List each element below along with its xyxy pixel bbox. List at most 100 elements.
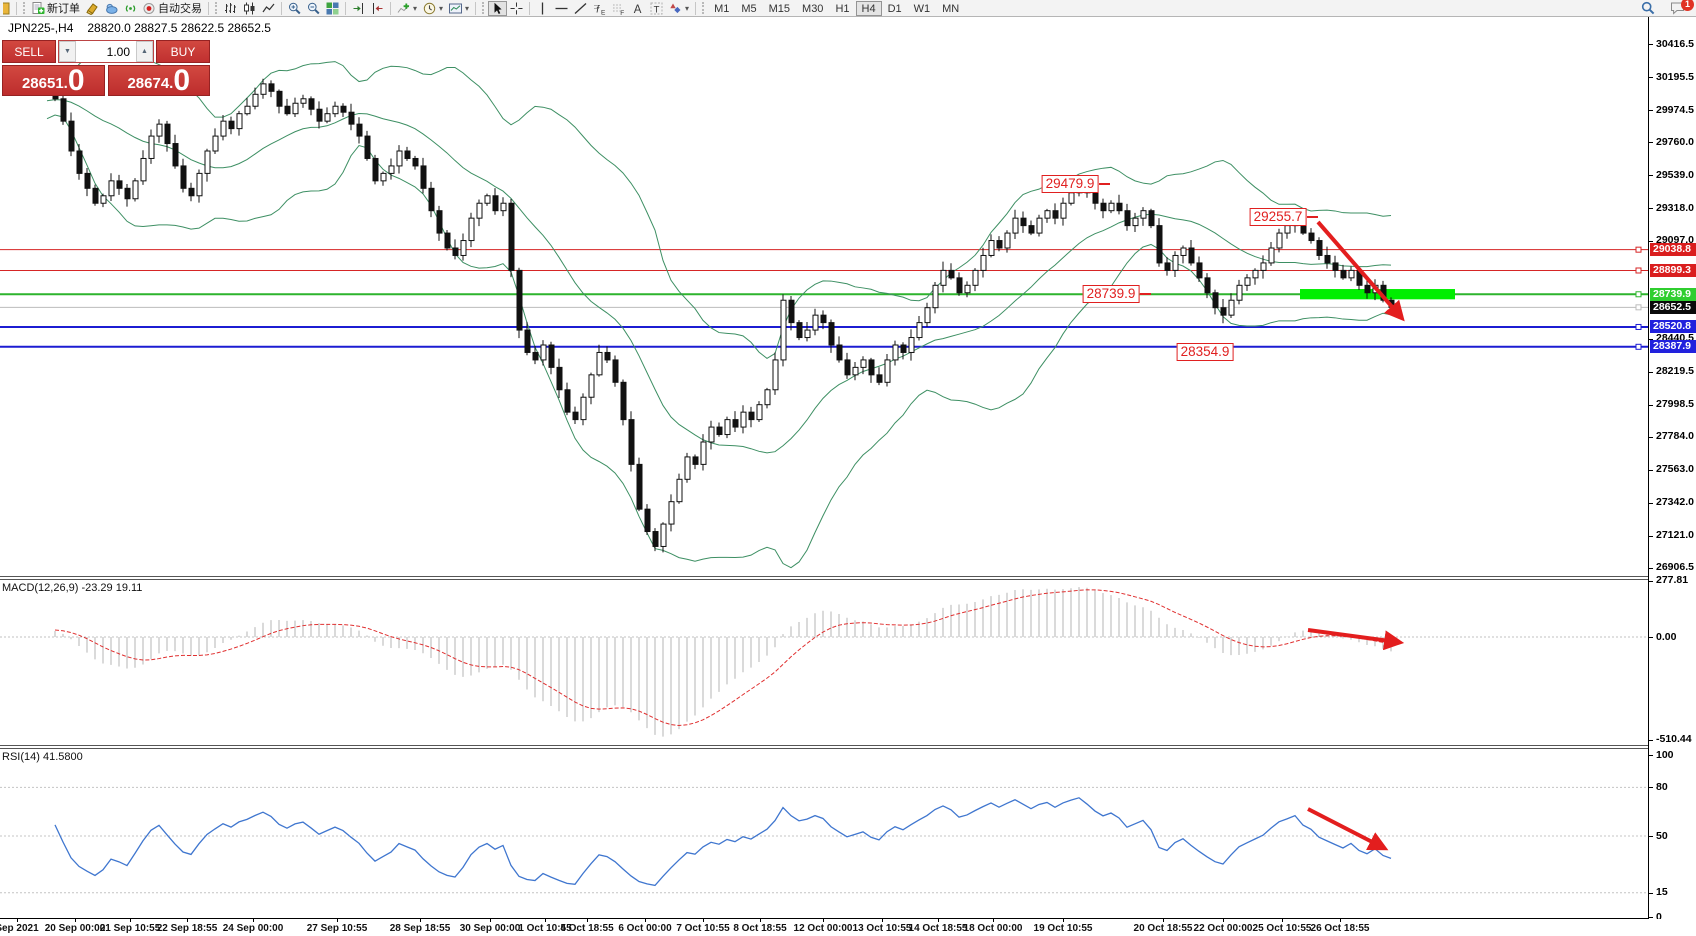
- periods-icon[interactable]: ▾: [420, 1, 446, 16]
- price-axis-tick: 28219.5: [1656, 365, 1694, 378]
- timeframe-button-m30[interactable]: M30: [796, 1, 829, 16]
- price-axis-tick: 27998.5: [1656, 398, 1694, 411]
- candle-body: [484, 195, 491, 204]
- rsi-axis-tick: 15: [1656, 886, 1668, 899]
- chart-shift-icon[interactable]: [349, 1, 368, 16]
- rsi-panel[interactable]: RSI(14) 41.5800: [0, 749, 1648, 918]
- bar-chart-icon[interactable]: [221, 1, 240, 16]
- macd-plot[interactable]: [0, 580, 1648, 745]
- line-handle[interactable]: [1635, 291, 1642, 298]
- buy-price[interactable]: 28674. 0: [107, 65, 210, 96]
- macd-axis-tick: 277.81: [1656, 574, 1689, 587]
- main-chart-panel[interactable]: 29479.9 29255.7 28739.9 28354.9 JPN225-,H4 2…: [0, 17, 1648, 576]
- sell-button[interactable]: SELL: [2, 40, 56, 63]
- price-callout[interactable]: 29255.7: [1249, 208, 1307, 227]
- fibo-expansion-icon[interactable]: F: [609, 1, 628, 16]
- line-handle[interactable]: [1635, 343, 1642, 350]
- timeframe-button-m15[interactable]: M15: [763, 1, 796, 16]
- line-handle[interactable]: [1635, 267, 1642, 274]
- price-callout[interactable]: 28739.9: [1082, 285, 1140, 304]
- line-chart-icon[interactable]: [259, 1, 278, 16]
- line-handle[interactable]: [1635, 323, 1642, 330]
- time-axis-label: 28 Sep 18:55: [389, 923, 451, 934]
- candle-body: [212, 135, 219, 152]
- cursor-icon[interactable]: [488, 0, 508, 16]
- volume-increase-button[interactable]: ▲: [136, 41, 153, 62]
- chevron-down-icon[interactable]: ▾: [465, 4, 469, 13]
- chevron-down-icon[interactable]: ▾: [439, 4, 443, 13]
- bollinger-lower-band[interactable]: [46, 114, 1392, 569]
- label-icon[interactable]: T: [647, 1, 666, 16]
- candle-body: [940, 269, 947, 286]
- timeframe-button-w1[interactable]: W1: [908, 1, 937, 16]
- bollinger-middle-band[interactable]: [46, 99, 1392, 454]
- candle-body: [108, 180, 115, 197]
- timeframe-button-h1[interactable]: H1: [829, 1, 855, 16]
- time-axis-tick-mark: [760, 919, 761, 922]
- timeframe-button-h4[interactable]: H4: [855, 0, 882, 16]
- sell-price-big-digit: 0: [67, 64, 85, 97]
- new-order-button-label: 新订单: [47, 3, 80, 15]
- candle-body: [892, 344, 899, 361]
- price-axis-tick: 29539.0: [1656, 168, 1694, 181]
- signal-icon[interactable]: [121, 1, 140, 16]
- candle-body: [684, 456, 691, 480]
- toolbar-drag-handle[interactable]: [215, 2, 218, 14]
- tile-windows-icon[interactable]: [323, 1, 342, 16]
- price-axis[interactable]: 30416.5 30195.5 29974.5 29760.0 29539.0 29318…: [1648, 17, 1696, 923]
- time-axis-tick-mark: [703, 919, 704, 922]
- cloud-icon[interactable]: [102, 1, 121, 16]
- timeframe-button-mn[interactable]: MN: [936, 1, 965, 16]
- price-axis-tick: 29760.0: [1656, 135, 1694, 148]
- partial-icon[interactable]: [0, 1, 13, 16]
- volume-decrease-button[interactable]: ▼: [59, 41, 76, 62]
- macd-panel[interactable]: MACD(12,26,9) -23.29 19.11: [0, 580, 1648, 745]
- auto-scroll-icon[interactable]: [368, 1, 387, 16]
- timeframe-button-d1[interactable]: D1: [882, 1, 908, 16]
- time-axis-tick-mark: [75, 919, 76, 922]
- autotrading-button[interactable]: 自动交易: [140, 1, 205, 16]
- price-line-label: 28520.8: [1650, 320, 1696, 334]
- time-axis[interactable]: Sep 2021 20 Sep 00:0021 Sep 10:5522 Sep 1…: [0, 919, 1696, 936]
- toolbar-drag-handle[interactable]: [23, 2, 26, 14]
- candlestick-chart-icon[interactable]: [240, 1, 259, 16]
- rsi-plot[interactable]: [0, 749, 1648, 918]
- candle-body: [612, 359, 619, 383]
- notifications-icon[interactable]: 1: [1667, 0, 1694, 16]
- zoom-out-icon[interactable]: [304, 1, 323, 16]
- toolbar-drag-handle[interactable]: [482, 2, 485, 14]
- main-chart-plot[interactable]: [0, 17, 1648, 576]
- line-handle[interactable]: [1635, 304, 1642, 311]
- templates-icon[interactable]: ▾: [446, 1, 472, 16]
- buy-button[interactable]: BUY: [156, 40, 210, 63]
- price-axis-tick: 26906.5: [1656, 561, 1694, 574]
- line-handle[interactable]: [1635, 246, 1642, 253]
- chevron-down-icon[interactable]: ▾: [413, 4, 417, 13]
- toolbar-drag-handle[interactable]: [702, 2, 705, 14]
- fibonacci-icon[interactable]: fE: [590, 1, 609, 16]
- market-icon[interactable]: [83, 1, 102, 16]
- price-line-label: 28387.9: [1650, 340, 1696, 354]
- time-axis-label: 20 Oct 18:55: [1133, 923, 1193, 934]
- search-icon[interactable]: [1638, 1, 1658, 16]
- horizontal-line-icon[interactable]: [552, 1, 571, 16]
- time-axis-label: Sep 2021: [0, 923, 39, 934]
- price-callout[interactable]: 28354.9: [1176, 342, 1234, 361]
- vertical-line-icon[interactable]: [533, 1, 552, 16]
- bollinger-upper-band[interactable]: [46, 43, 1392, 359]
- price-callout[interactable]: 29479.9: [1041, 174, 1099, 193]
- candle-body: [788, 299, 795, 324]
- text-icon[interactable]: A: [628, 1, 647, 16]
- timeframe-button-m5[interactable]: M5: [735, 1, 762, 16]
- timeframe-button-m1[interactable]: M1: [708, 1, 735, 16]
- chevron-down-icon[interactable]: ▾: [685, 4, 689, 13]
- indicators-icon[interactable]: ▾: [394, 1, 420, 16]
- new-order-button[interactable]: 新订单: [29, 1, 83, 16]
- zoom-in-icon[interactable]: [285, 1, 304, 16]
- sell-price[interactable]: 28651. 0: [2, 65, 105, 96]
- shapes-icon[interactable]: ▾: [666, 1, 692, 16]
- crosshair-icon[interactable]: [507, 1, 526, 16]
- volume-input[interactable]: 1.00: [76, 41, 136, 62]
- candle-body: [1364, 284, 1371, 294]
- trendline-icon[interactable]: [571, 1, 590, 16]
